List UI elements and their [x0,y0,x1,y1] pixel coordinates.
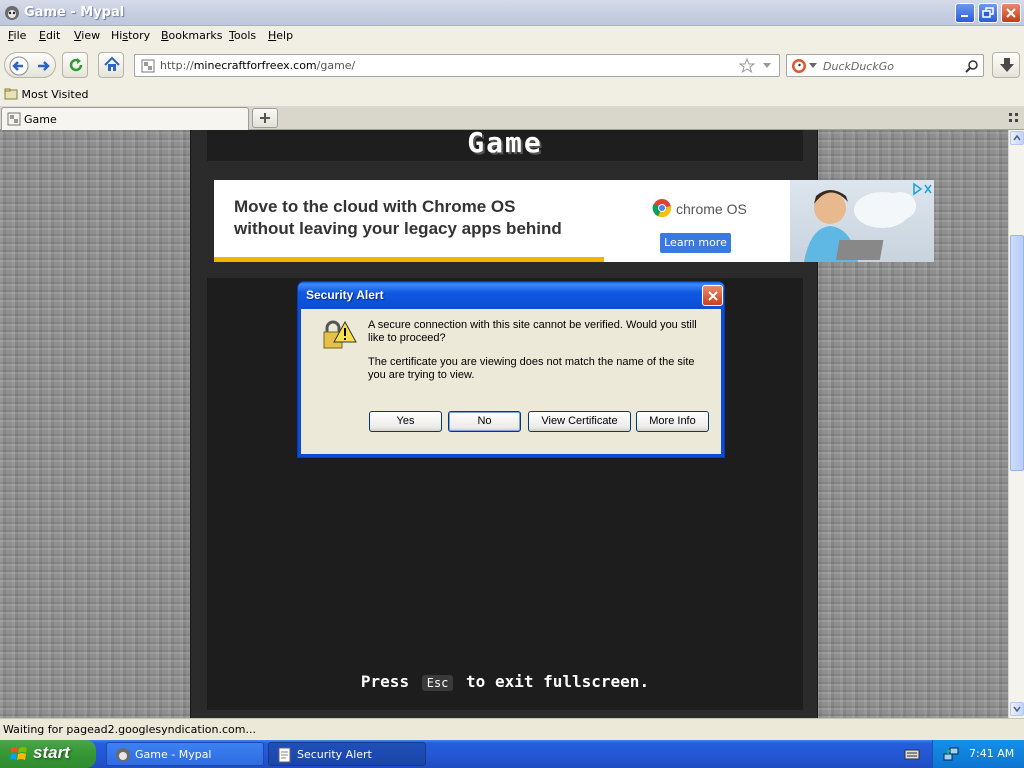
menu-bar: File Edit View History Bookmarks Tools H… [0,26,1024,46]
taskbar: start Game - Mypal Security Alert 7:41 A… [0,740,1024,768]
downloads-button[interactable] [992,52,1020,78]
menu-view[interactable]: View [74,29,100,42]
taskbar-item-label: Game - Mypal [135,748,212,761]
url-text[interactable]: http://minecraftforfreex.com/game/ [160,59,355,72]
document-icon [278,747,291,763]
page-title: Game [467,130,543,159]
forward-arrow-icon[interactable] [35,57,53,75]
dialog-message: A secure connection with this site canno… [368,319,714,393]
scroll-thumb[interactable] [1010,235,1024,471]
bookmarks-toolbar: Most Visited [0,84,1024,106]
menu-edit[interactable]: Edit [39,29,60,42]
scroll-up-arrow-icon [1013,134,1021,141]
chrome-logo-icon [652,199,672,218]
plus-icon [260,113,270,123]
search-bar[interactable]: DuckDuckGo [786,54,984,77]
new-tab-button[interactable] [252,108,278,128]
taskbar-item-label: Security Alert [297,748,372,761]
close-icon [1006,8,1016,18]
windows-logo-icon [10,747,27,760]
status-bar: Waiting for pagead2.googlesyndication.co… [0,718,1024,740]
search-icon[interactable] [965,59,979,73]
tab-game[interactable]: Game [1,107,249,130]
close-icon [708,291,718,301]
scroll-down-button[interactable] [1010,702,1024,716]
restore-icon [982,7,994,18]
network-icon[interactable] [943,746,959,762]
security-alert-dialog: Security Alert A secure connection with … [298,282,724,457]
no-button[interactable]: No [448,411,521,432]
more-info-button[interactable]: More Info [636,411,709,432]
home-button[interactable] [98,52,124,78]
search-placeholder: DuckDuckGo [823,60,894,73]
menu-bookmarks[interactable]: Bookmarks [161,29,222,42]
navigation-toolbar: http://minecraftforfreex.com/game/ DuckD… [0,46,1024,84]
ad-brand: chrome OS [676,201,747,217]
keyboard-icon[interactable] [904,747,920,761]
view-certificate-button[interactable]: View Certificate [528,411,631,432]
minimize-button[interactable] [955,3,975,23]
dialog-close-button[interactable] [702,285,723,306]
ad-headline: Move to the cloud with Chrome OS without… [234,196,562,240]
home-icon [104,56,120,71]
esc-key-label: Esc [421,675,454,691]
yes-button[interactable]: Yes [369,411,442,432]
fullscreen-msg-after: to exit fullscreen. [466,672,650,691]
system-tray: 7:41 AM [932,740,1024,768]
dialog-title: Security Alert [306,288,384,302]
adchoices-icon[interactable] [911,182,933,196]
fullscreen-msg-before: Press [360,672,410,691]
clock[interactable]: 7:41 AM [969,747,1014,760]
vertical-scrollbar[interactable] [1008,130,1024,718]
start-button[interactable]: start [0,740,96,768]
site-identity-icon[interactable] [141,59,155,73]
game-header: Game [207,130,803,161]
minimize-icon [961,15,968,17]
menu-help[interactable]: Help [268,29,293,42]
start-label: start [33,743,70,762]
menu-file[interactable]: File [8,29,26,42]
menu-history[interactable]: History [111,29,150,42]
fullscreen-message: Press Esc to exit fullscreen. [207,672,803,691]
ad-banner[interactable]: Move to the cloud with Chrome OS without… [214,180,934,262]
url-dropdown-icon[interactable] [762,62,772,70]
scroll-up-button[interactable] [1010,131,1024,145]
tab-strip: Game [0,106,1024,130]
tab-label: Game [24,113,57,126]
padlock-warning-icon [323,320,357,349]
ad-accent-bar [214,257,604,262]
dialog-message-2: The certificate you are viewing does not… [368,356,695,381]
duckduckgo-icon[interactable] [791,58,807,74]
reload-icon [69,58,83,72]
close-button[interactable] [1001,3,1021,23]
window-titlebar[interactable]: Game - Mypal [0,0,1024,26]
ad-headline-line1: Move to the cloud with Chrome OS [234,197,516,216]
search-engine-dropdown-icon[interactable] [809,63,817,69]
reload-button[interactable] [62,52,88,78]
download-arrow-icon [1000,58,1014,72]
bookmark-most-visited[interactable]: Most Visited [4,87,88,101]
ad-learn-more-button[interactable]: Learn more [660,233,731,253]
dialog-message-1: A secure connection with this site canno… [368,319,697,344]
taskbar-item-game[interactable]: Game - Mypal [106,742,264,766]
bookmark-star-icon[interactable] [739,58,755,74]
bookmark-label: Most Visited [21,88,89,101]
back-arrow-icon[interactable] [9,56,29,76]
tab-favicon-icon [7,112,21,126]
taskbar-item-security-alert[interactable]: Security Alert [268,742,426,766]
scroll-down-arrow-icon [1013,706,1021,713]
restore-button[interactable] [978,3,998,23]
tab-list-icon[interactable] [1008,112,1020,124]
back-forward-group [4,52,56,78]
address-bar[interactable]: http://minecraftforfreex.com/game/ [134,54,780,77]
dialog-titlebar[interactable]: Security Alert [298,282,724,309]
ad-headline-line2: without leaving your legacy apps behind [234,219,562,238]
mypal-app-icon [5,6,19,20]
status-text: Waiting for pagead2.googlesyndication.co… [3,723,256,736]
menu-tools[interactable]: Tools [229,29,256,42]
folder-icon [4,88,18,100]
window-title: Game - Mypal [24,5,125,20]
mypal-app-icon [116,748,130,762]
